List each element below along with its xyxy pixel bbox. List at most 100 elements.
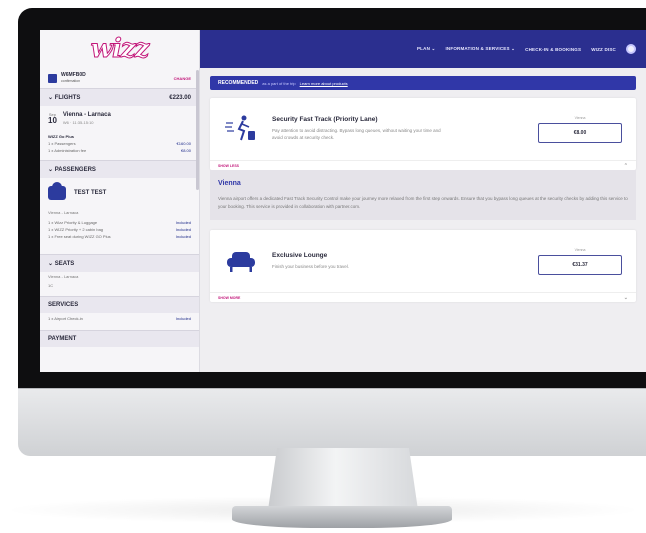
recommended-banner: RECOMMENDED as a part of the trip Learn … [210,76,636,90]
vienna-info-panel: Vienna Vienna airport offers a dedicated… [210,170,636,221]
fast-track-toggle[interactable]: SHOW LESS ⌃ [210,160,636,170]
service-line-value: Included [175,227,191,232]
seat-icon [48,182,66,200]
screen: wizz W6MFB0D confirmation CHANGE ⌄ FLIGH… [40,30,646,372]
passenger-item[interactable]: TEST TEST [40,178,199,208]
info-text: Vienna airport offers a dedicated Fast T… [218,196,628,209]
fast-track-text: Security Fast Track (Priority Lane) Pay … [272,116,524,142]
chevron-down-icon: ⌄ [623,294,628,301]
price-label: Vienna [574,115,586,120]
fast-track-title: Security Fast Track (Priority Lane) [272,116,378,124]
monitor-chin [18,388,646,456]
recommended-sub: as a part of the trip [262,80,296,86]
fast-track-price-col: Vienna €8.00 [538,116,622,143]
fast-track-card: Security Fast Track (Priority Lane) Pay … [210,98,636,170]
payment-section-header[interactable]: PAYMENT [40,330,199,347]
armchair-icon [227,252,255,273]
lounge-toggle[interactable]: SHOW MORE ⌄ [210,292,636,302]
payment-label: PAYMENT [48,336,77,342]
service-line-label: 1 x Wizz Priority & Luggage [48,220,98,225]
flights-label: FLIGHTS [54,95,81,101]
lounge-price-col: Vienna €31.37 [538,248,622,275]
learn-more-link[interactable]: Learn more about products [300,81,348,86]
nav-info-label: INFORMATION & SERVICES [445,46,510,51]
chevron-down-icon: ⌄ [48,95,55,101]
booking-sub: confirmation [61,79,81,83]
flights-amount: €223.00 [169,94,191,101]
user-avatar-icon[interactable] [626,44,636,54]
passengers-label: PASSENGERS [54,167,96,173]
services-section-header[interactable]: SERVICES [40,296,199,313]
nav-plan-label: PLAN [416,46,431,51]
fast-track-add-button[interactable]: €8.00 [538,122,622,143]
flight-item[interactable]: Sep 10 Vienna - Larnaca W6 · 11:35-15:10 [40,106,199,131]
price-line-label: 1 x Administration fee [48,148,87,153]
lounge-icon [224,246,258,276]
service-line-value: Included [175,220,191,225]
flight-date: Sep 10 [48,112,57,125]
service-line-label: 1 x Free seat during WIZZ GO Plus [48,234,111,239]
service-line-label: 1 x WIZZ Priority + 2 cabin bag [48,227,104,232]
price-line-value: €8.00 [180,148,191,153]
chevron-down-icon: ⌄ [48,261,55,267]
nav-checkin-bookings[interactable]: CHECK-IN & BOOKINGS [525,47,581,52]
main-content: RECOMMENDED as a part of the trip Learn … [200,68,646,372]
seats-section-header[interactable]: ⌄ SEATS [40,254,199,272]
passengers-label-wrap: ⌄ PASSENGERS [48,166,96,173]
nav-information-services[interactable]: INFORMATION & SERVICES ⌄ [445,46,515,52]
show-more-link: SHOW MORE [218,295,241,300]
service-line: 1 x Free seat during WIZZ GO Plus Include… [48,233,191,240]
recommended-title: RECOMMENDED [218,80,259,86]
fast-track-desc: Pay attention to avoid distracting. Bypa… [272,128,441,140]
price-line: WIZZ Go Plus [48,133,191,140]
passenger-name: TEST TEST [74,190,107,196]
lounge-add-button[interactable]: €31.37 [538,254,622,275]
booking-info: W6MFB0D confirmation [48,72,86,84]
price-line-label: 1 x Passengers [48,141,76,146]
lounge-desc: Finish your business before you travel. [272,263,350,269]
price-line: 1 x Passengers €160.00 [48,140,191,147]
booking-summary: W6MFB0D confirmation CHANGE [40,68,199,88]
show-less-link: SHOW LESS [218,163,240,168]
flight-route: Vienna - Larnaca [62,112,111,118]
lounge-text: Exclusive Lounge Finish your business be… [272,252,524,271]
flights-section-header[interactable]: ⌄ FLIGHTS €223.00 [40,88,199,106]
passenger-route: Vienna - Larnaca [48,210,79,215]
service-line-value: Included [175,316,191,321]
fast-track-icon [224,114,258,144]
runner-icon [225,115,255,141]
info-title: Vienna [218,180,241,187]
price-line-value: €160.00 [176,141,191,146]
desktop-monitor: wizz W6MFB0D confirmation CHANGE ⌄ FLIGH… [18,8,646,456]
price-label: Vienna [574,247,586,252]
nav-plan[interactable]: PLAN ⌄ [417,46,435,52]
monitor-stand-neck [268,448,418,510]
flight-route-wrap: Vienna - Larnaca W6 · 11:35-15:10 [63,112,111,125]
sidebar-scrollbar[interactable] [196,70,199,190]
nav-wizz-disc[interactable]: WIZZ DISC [591,47,616,52]
chevron-up-icon: ⌃ [623,162,628,169]
service-line: 1 x WIZZ Priority + 2 cabin bag Included [48,226,191,233]
lounge-card: Exclusive Lounge Finish your business be… [210,230,636,303]
price-line: 1 x Administration fee €8.00 [48,147,191,154]
service-line: 1 x Wizz Priority & Luggage Included [48,219,191,226]
calendar-icon [48,73,57,83]
fast-track-card-body: Security Fast Track (Priority Lane) Pay … [210,98,636,160]
flights-label-wrap: ⌄ FLIGHTS [48,94,80,101]
booking-code: W6MFB0D [61,72,86,78]
flight-day: 10 [48,115,57,125]
price-line-label: WIZZ Go Plus [48,134,74,139]
seats-label-wrap: ⌄ SEATS [48,260,74,267]
passengers-section-header[interactable]: ⌄ PASSENGERS [40,160,199,178]
change-link[interactable]: CHANGE [174,76,191,81]
seat-value: 1C [48,283,54,288]
flight-route-sub: W6 · 11:35-15:10 [62,120,94,125]
services-lines: 1 x Airport Check-in Included [40,313,199,324]
booking-sidebar: wizz W6MFB0D confirmation CHANGE ⌄ FLIGH… [40,30,200,372]
top-navigation: PLAN ⌄ INFORMATION & SERVICES ⌄ CHECK-IN… [200,30,646,68]
flight-price-lines: WIZZ Go Plus 1 x Passengers €160.00 1 x A… [40,131,199,156]
wizz-logo[interactable]: wizz [40,30,199,68]
monitor-stand-base [232,506,452,528]
chevron-down-icon: ⌄ [48,167,55,173]
seats-route: Vienna - Larnaca [48,274,79,279]
